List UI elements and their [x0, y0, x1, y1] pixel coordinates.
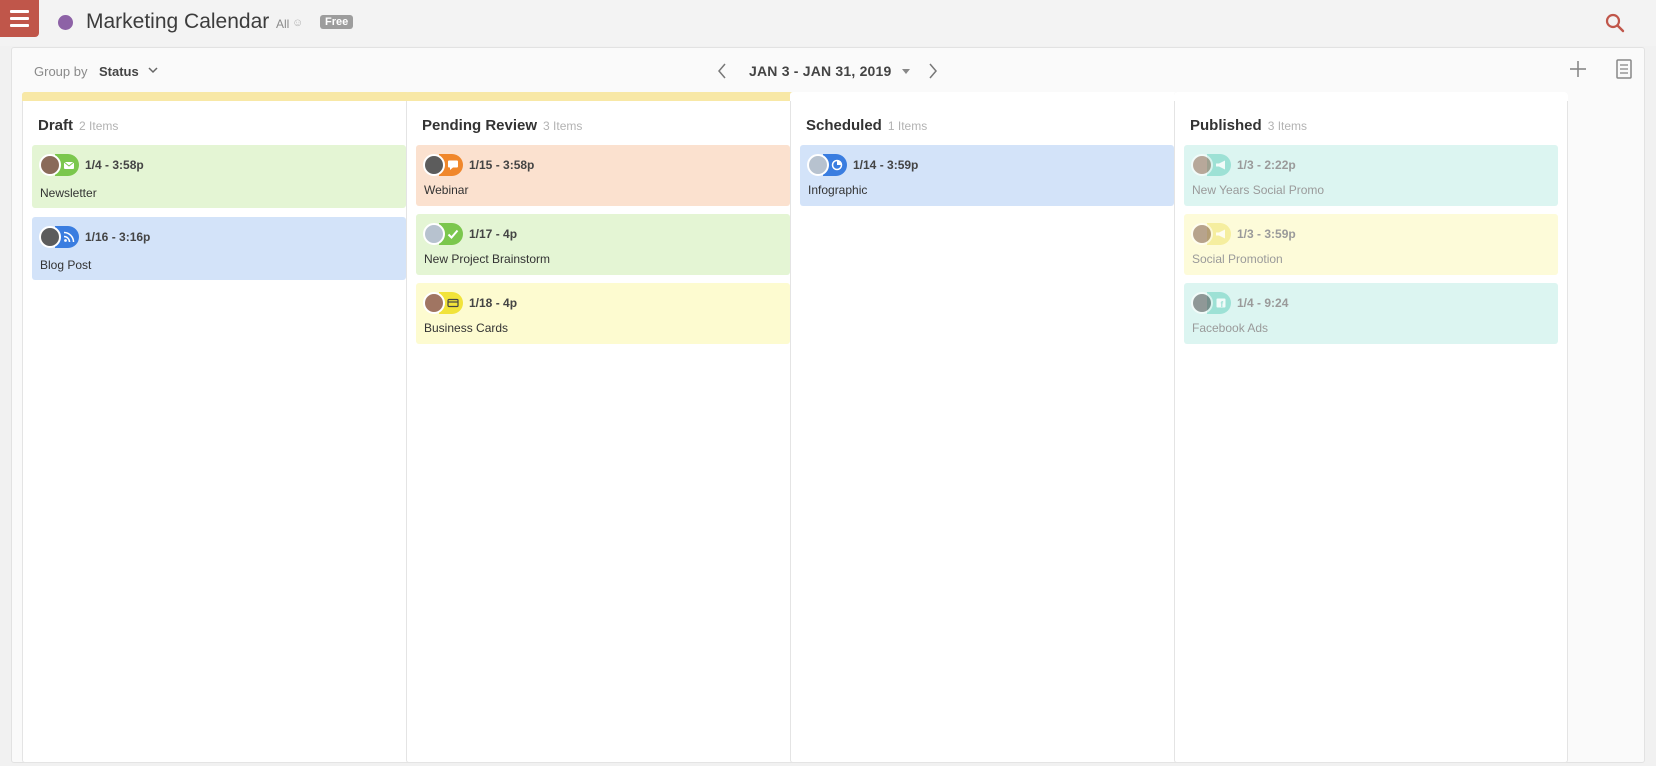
card-title: New Project Brainstorm — [424, 252, 551, 266]
caret-down-icon[interactable] — [902, 69, 910, 74]
card-time: 1/14 - 3:59p — [853, 158, 919, 172]
calendar-card[interactable]: 1/18 - 4p Business Cards — [416, 283, 790, 344]
avatar — [807, 154, 829, 176]
avatar — [39, 226, 61, 248]
page-title: Marketing Calendar — [86, 10, 270, 33]
column-name: Pending Review — [422, 117, 538, 134]
calendar-color-dot — [58, 15, 73, 30]
status-column: Draft 2 Items 1/4 - 3:58p Newsletter 1/16 - … — [22, 92, 416, 763]
status-column: Pending Review 3 Items 1/15 - 3:58p Webinar… — [406, 92, 800, 763]
card-title: Social Promotion — [1192, 252, 1283, 266]
column-accent-bar — [790, 92, 1184, 101]
card-title: Facebook Ads — [1192, 321, 1269, 335]
card-time: 1/3 - 2:22p — [1237, 158, 1296, 172]
status-column: Scheduled 1 Items 1/14 - 3:59p Infographic — [790, 92, 1184, 763]
column-name: Published — [1190, 117, 1262, 134]
column-item-count: 1 Items — [887, 119, 928, 133]
column-item-count: 2 Items — [79, 119, 119, 133]
calendar-card[interactable]: 1/15 - 3:58p Webinar — [416, 145, 790, 206]
calendar-card[interactable]: 1/14 - 3:59p Infographic — [800, 145, 1174, 206]
card-time: 1/4 - 9:24 — [1237, 296, 1289, 310]
calendar-card[interactable]: 1/17 - 4p New Project Brainstorm — [416, 214, 790, 275]
plus-icon[interactable] — [1567, 58, 1589, 80]
status-column: Published 3 Items 1/3 - 2:22p New Years Soc… — [1174, 92, 1568, 763]
card-title: Webinar — [424, 183, 469, 197]
list-view-icon[interactable] — [1615, 58, 1633, 80]
column-item-count: 3 Items — [543, 119, 583, 133]
calendar-scope[interactable]: All — [276, 17, 289, 31]
card-header: 1/16 - 3:16p — [39, 226, 150, 248]
chevron-right-icon[interactable] — [927, 62, 939, 80]
column-title: Draft 2 Items — [38, 117, 118, 134]
search-icon[interactable] — [1605, 13, 1625, 33]
chevron-down-icon[interactable] — [147, 64, 159, 76]
column-name: Scheduled — [806, 117, 882, 134]
card-header: f 1/4 - 9:24 — [1191, 292, 1288, 314]
column-accent-bar — [22, 92, 416, 101]
column-item-count: 3 Items — [1267, 119, 1308, 133]
avatar — [423, 292, 445, 314]
column-accent-bar — [406, 92, 800, 101]
card-title: Infographic — [808, 183, 868, 197]
column-title: Published 3 Items — [1190, 117, 1307, 134]
avatar — [423, 223, 445, 245]
avatar — [1191, 292, 1213, 314]
card-header: 1/4 - 3:58p — [39, 154, 144, 176]
card-header: 1/18 - 4p — [423, 292, 517, 314]
card-header: 1/3 - 3:59p — [1191, 223, 1296, 245]
calendar-card[interactable]: 1/3 - 2:22p New Years Social Promo — [1184, 145, 1558, 206]
avatar — [423, 154, 445, 176]
card-title: Blog Post — [40, 258, 92, 272]
calendar-card[interactable]: 1/16 - 3:16p Blog Post — [32, 217, 406, 280]
card-header: 1/3 - 2:22p — [1191, 154, 1296, 176]
group-by-label: Group by — [34, 64, 88, 79]
column-title: Scheduled 1 Items — [806, 117, 927, 134]
column-name: Draft — [38, 117, 74, 134]
card-time: 1/18 - 4p — [469, 296, 518, 310]
calendar-card[interactable]: 1/3 - 3:59p Social Promotion — [1184, 214, 1558, 275]
card-title: Business Cards — [424, 321, 509, 335]
chevron-left-icon[interactable] — [716, 62, 728, 80]
people-icon: ☺ — [292, 17, 304, 29]
plan-badge: Free — [320, 15, 354, 29]
avatar — [39, 154, 61, 176]
group-by-dropdown[interactable]: Status — [99, 64, 139, 79]
calendar-card[interactable]: f 1/4 - 9:24 Facebook Ads — [1184, 283, 1558, 344]
card-time: 1/17 - 4p — [469, 227, 518, 241]
hamburger-menu-icon[interactable] — [0, 0, 39, 37]
avatar — [1191, 223, 1213, 245]
card-header: 1/15 - 3:58p — [423, 154, 534, 176]
card-title: Newsletter — [40, 186, 97, 200]
top-bar: Marketing Calendar All ☺ Free — [0, 0, 1656, 46]
column-title: Pending Review 3 Items — [422, 117, 582, 134]
card-header: 1/14 - 3:59p — [807, 154, 918, 176]
card-header: 1/17 - 4p — [423, 223, 517, 245]
date-range-picker[interactable]: JAN 3 - JAN 31, 2019 — [749, 63, 892, 79]
card-time: 1/4 - 3:58p — [85, 158, 144, 172]
svg-text:f: f — [1221, 300, 1224, 309]
avatar — [1191, 154, 1213, 176]
card-time: 1/3 - 3:59p — [1237, 227, 1296, 241]
card-title: New Years Social Promo — [1192, 183, 1325, 197]
card-time: 1/16 - 3:16p — [85, 230, 151, 244]
card-time: 1/15 - 3:58p — [469, 158, 535, 172]
calendar-card[interactable]: 1/4 - 3:58p Newsletter — [32, 145, 406, 208]
column-accent-bar — [1174, 92, 1568, 101]
